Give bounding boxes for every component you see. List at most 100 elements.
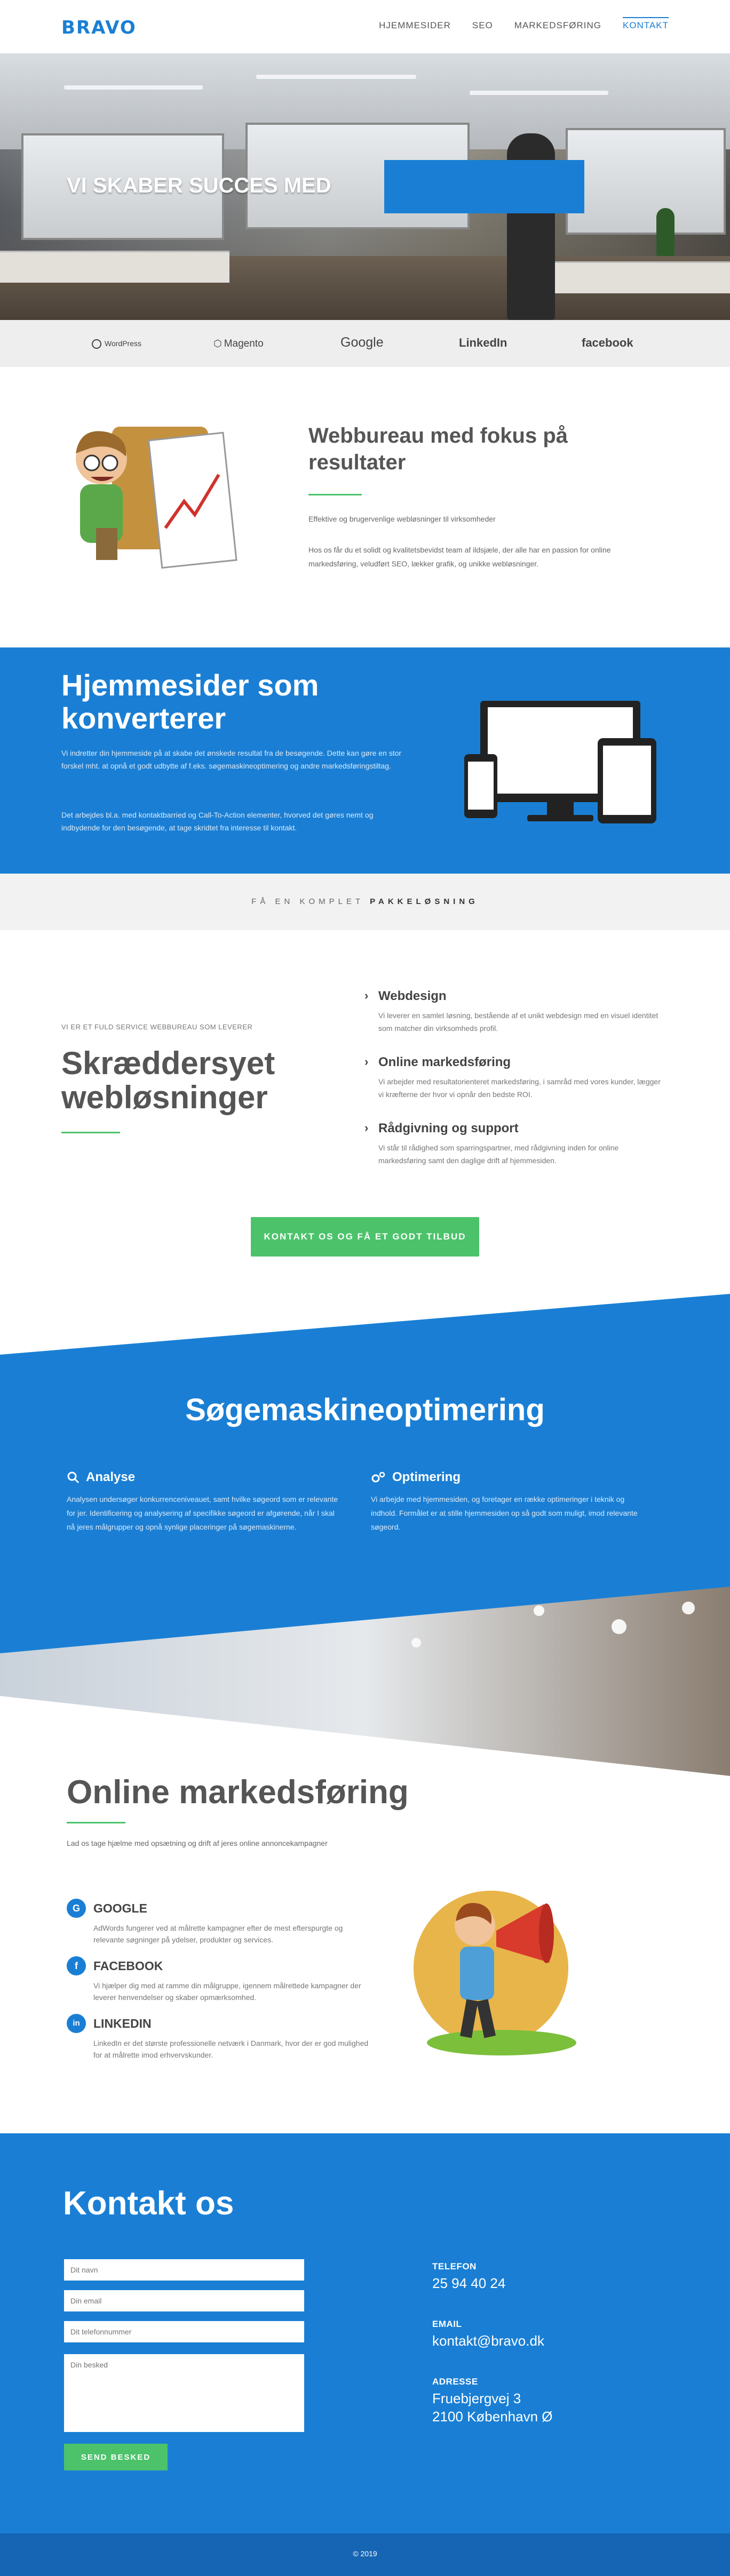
wordpress-icon [92,339,101,349]
hjemmesider-text-2: Det arbejdes bl.a. med kontaktbarried og… [61,811,374,832]
hjemmesider-section: Hjemmesider som konverterer Vi indretter… [0,647,730,874]
mascot-legs [96,528,117,560]
logo-magento: ⬡ Magento [213,338,264,349]
online-facebook: f FACEBOOK Vi hjælper dig med at ramme di… [67,1956,371,2003]
ceiling-light [64,85,203,90]
magento-icon: ⬡ [213,338,222,349]
feature-online-markedsforing: › Online markedsføring Vi arbejder med re… [364,1055,663,1101]
chart-mascot-illustration [76,427,237,569]
address-line-1: Fruebjergvej 3 [432,2390,521,2406]
copyright: © 2019 [353,2549,377,2558]
seo-analyse: Analyse Analysen undersøger konkurrencen… [67,1470,344,1534]
online-item-desc: LinkedIn er det største professionelle n… [93,2039,369,2059]
ceiling-light [411,1638,421,1647]
seo-col-title: Analyse [67,1470,344,1485]
nav-markedsforing[interactable]: MARKEDSFØRING [514,20,601,33]
hero-highlight-box [384,160,584,213]
seo-title: Søgemaskineoptimering [185,1393,545,1427]
logo[interactable]: BRAVO [61,17,137,38]
megaphone-mascot-illustration [414,1891,576,2055]
pakke-text: FÅ EN KOMPLET PAKKELØSNING [251,897,479,906]
page: BRAVO HJEMMESIDER SEO MARKEDSFØRING KONT… [0,0,730,2576]
mascot-shirt [460,1947,494,2000]
feature-title: › Webdesign [364,989,447,1003]
phone-value[interactable]: 25 94 40 24 [432,2274,505,2292]
online-title: Online markedsføring [67,1774,409,1811]
chevron-right-icon: › [364,1121,369,1134]
phone-label: TELEFON [432,2261,477,2271]
send-message-button[interactable]: SEND BESKED [64,2444,168,2470]
hero-window [566,128,726,235]
facebook-icon: f [67,1956,86,1975]
mascot-grass [427,2030,576,2055]
email-label: EMAIL [432,2319,462,2329]
partner-logos: WordPress ⬡ Magento Google LinkedIn faceb… [0,320,730,367]
mascot-flipchart [148,431,237,569]
megaphone-mouth [539,1903,554,1963]
online-item-title: G GOOGLE [67,1899,371,1918]
contact-title: Kontakt os [63,2185,234,2222]
monitor-base [527,815,593,821]
linkedin-icon: in [67,2014,86,2033]
address-line-2: 2100 København Ø [432,2409,553,2425]
seo-col-desc: Analysen undersøger konkurrenceniveauet,… [67,1495,338,1531]
devices-icon [464,701,656,823]
seo-background [0,1294,730,1813]
intro-lead: Effektive og brugervenlige webløsninger … [308,515,496,523]
nav-kontakt[interactable]: KONTAKT [622,17,669,33]
hero-desk [534,261,730,293]
ceiling-light [682,1602,695,1614]
nav-hjemmesider[interactable]: HJEMMESIDER [379,20,451,33]
hero-desk [0,251,229,283]
contact-section: Kontakt os SEND BESKED TELEFON 25 94 40 … [0,2133,730,2533]
online-item-title: in LINKEDIN [67,2014,371,2033]
site-footer: © 2019 [0,2533,730,2576]
tablet-screen [603,746,651,815]
feature-title: › Rådgivning og support [364,1121,519,1135]
intro-title: Webbureau med fokus på resultater [308,424,568,474]
name-field[interactable] [64,2259,304,2281]
online-divider [67,1822,125,1823]
search-icon [67,1471,80,1484]
logo-wordpress: WordPress [92,339,141,349]
message-field[interactable] [64,2354,304,2432]
address-label: ADRESSE [432,2377,478,2387]
intro-text: Hos os får du et solidt og kvalitetsbevi… [308,546,611,568]
mascot-glasses [101,454,118,471]
logo-linkedin: LinkedIn [459,336,507,349]
email-value[interactable]: kontakt@bravo.dk [432,2332,544,2350]
site-header: BRAVO HJEMMESIDER SEO MARKEDSFØRING KONT… [0,0,730,53]
seo-optimering: Optimering Vi arbejde med hjemmesiden, o… [371,1470,648,1534]
feature-desc: Vi arbejder med resultatorienteret marke… [378,1077,661,1099]
gears-icon [371,1471,385,1483]
feature-radgivning: › Rådgivning og support Vi står til rådig… [364,1121,663,1167]
seo-col-desc: Vi arbejde med hjemmesiden, og foretager… [371,1495,638,1531]
online-item-title: f FACEBOOK [67,1956,371,1975]
feature-title: › Online markedsføring [364,1055,511,1069]
mascot-glasses [83,454,100,471]
ceiling-light [612,1619,626,1634]
hero-banner: VI SKABER SUCCES MED [0,53,730,320]
online-linkedin: in LINKEDIN LinkedIn er det største profe… [67,2014,371,2061]
pakke-banner: FÅ EN KOMPLET PAKKELØSNING [0,874,730,930]
phone-field[interactable] [64,2321,304,2342]
solutions-divider [61,1132,120,1133]
nav-seo[interactable]: SEO [472,20,493,33]
google-icon: G [67,1899,86,1918]
main-nav: HJEMMESIDER SEO MARKEDSFØRING KONTAKT [358,17,669,33]
hjemmesider-title: Hjemmesider som konverterer [61,668,319,735]
chevron-right-icon: › [364,989,369,1002]
solutions-title: Skræddersyet webløsninger [61,1045,275,1115]
hero-title: VI SKABER SUCCES MED [67,174,331,197]
ceiling-light [256,75,416,79]
solutions-kicker: VI ER ET FULD SERVICE WEBBUREAU SOM LEVE… [61,1023,253,1031]
online-google: G GOOGLE AdWords fungerer ved at målrette… [67,1899,371,1946]
hjemmesider-text-1: Vi indretter din hjemmeside på at skabe … [61,749,402,770]
hero-plant [656,208,675,256]
logo-facebook: facebook [582,336,633,349]
online-item-desc: AdWords fungerer ved at målrette kampagn… [93,1924,343,1944]
chevron-right-icon: › [364,1055,369,1068]
contact-offer-button[interactable]: KONTAKT OS OG FÅ ET GODT TILBUD [251,1217,479,1257]
email-field[interactable] [64,2290,304,2311]
feature-desc: Vi står til rådighed som sparringspartne… [378,1143,619,1165]
